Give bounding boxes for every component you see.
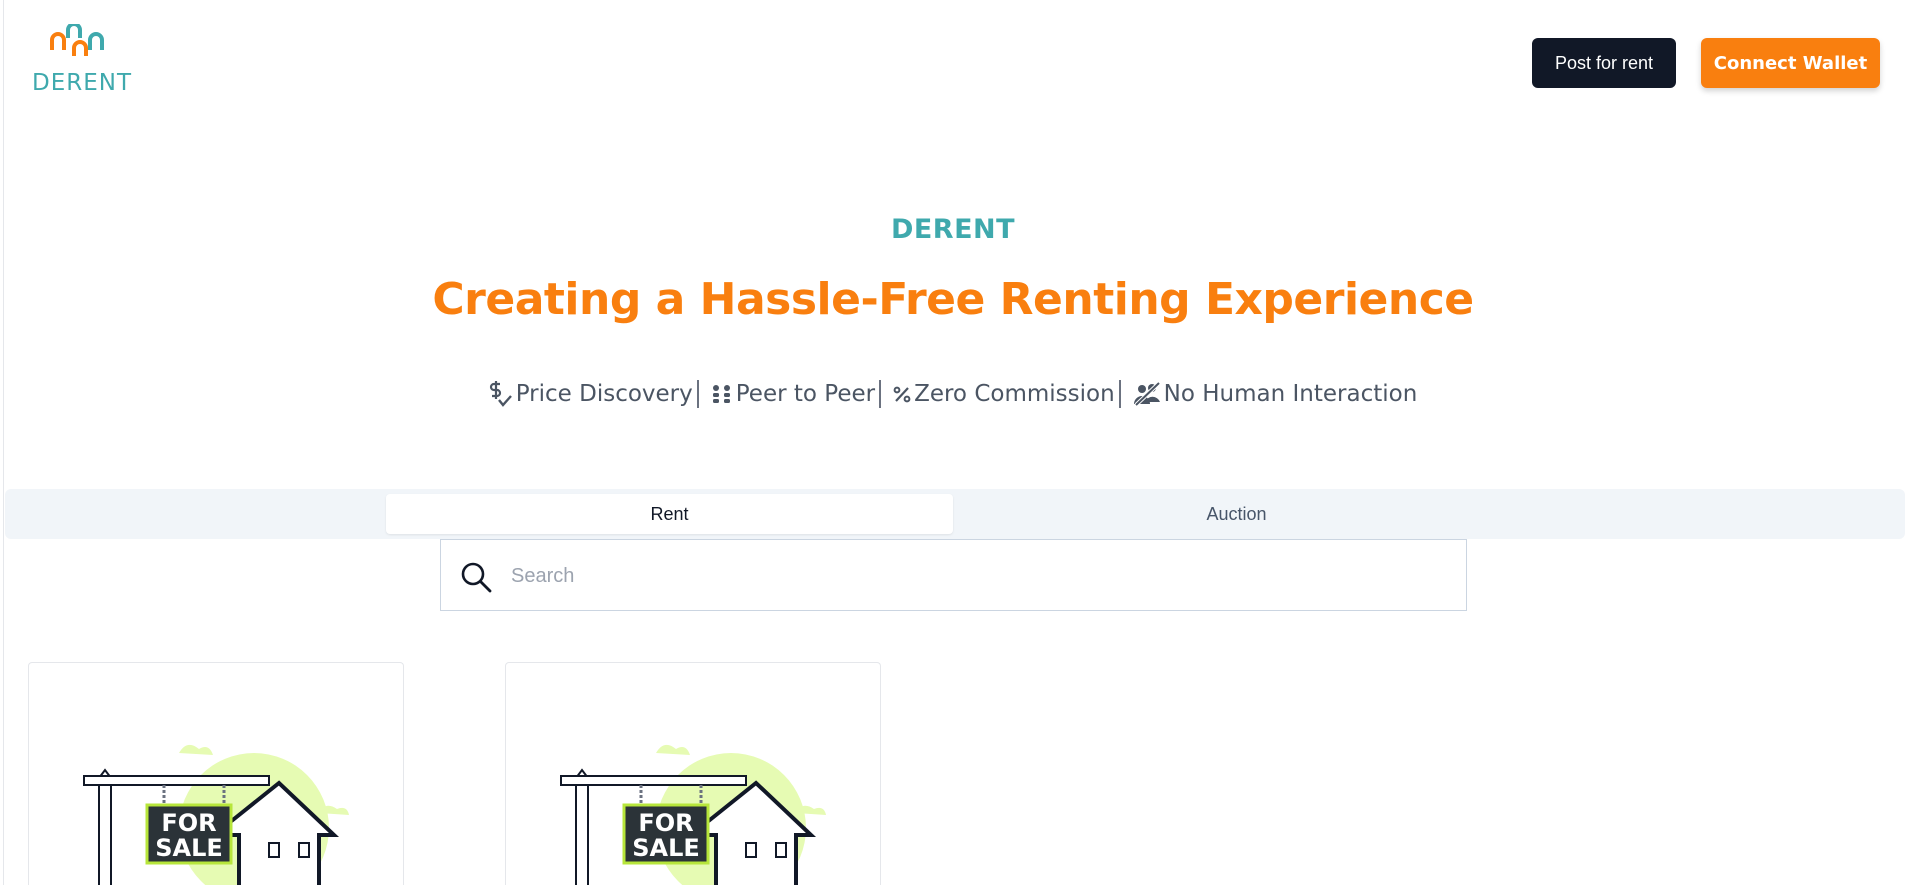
tab-rent[interactable]: Rent: [386, 494, 953, 534]
sign-line-1: FOR: [161, 809, 216, 837]
for-sale-house-illustration: FOR SALE: [83, 744, 349, 885]
feature-label: Price Discovery: [515, 381, 693, 407]
connect-wallet-button[interactable]: Connect Wallet: [1701, 38, 1880, 88]
search-input[interactable]: [511, 554, 1441, 598]
feature-separator: [879, 380, 882, 408]
dollar-check-icon: [489, 381, 512, 407]
logo-houses-icon: [50, 24, 104, 56]
sign-line-2: SALE: [632, 834, 700, 862]
listing-card[interactable]: FOR SALE: [28, 662, 404, 885]
search-box[interactable]: [440, 539, 1467, 611]
hero-eyebrow: DERENT: [890, 214, 1016, 245]
listing-tabs: Rent Auction: [5, 489, 1905, 539]
hero-headline: Creating a Hassle-Free Renting Experienc…: [432, 274, 1474, 325]
sign-line-1: FOR: [638, 809, 693, 837]
search-icon: [461, 562, 492, 593]
feature-label: Zero Commission: [914, 381, 1115, 407]
tab-auction[interactable]: Auction: [953, 494, 1520, 534]
for-sale-house-illustration: FOR SALE: [560, 744, 826, 885]
post-for-rent-button[interactable]: Post for rent: [1532, 38, 1676, 88]
feature-label: No Human Interaction: [1163, 381, 1418, 407]
derent-logo[interactable]: DERENT: [30, 24, 134, 96]
feature-no-human-interaction: No Human Interaction: [1133, 381, 1418, 407]
sign-line-2: SALE: [155, 834, 223, 862]
feature-peer-to-peer: Peer to Peer: [711, 381, 875, 407]
feature-price-discovery: Price Discovery: [489, 381, 693, 407]
feature-separator: [1118, 380, 1121, 408]
feature-label: Peer to Peer: [735, 381, 876, 407]
percent-icon: [893, 386, 911, 403]
listing-card[interactable]: FOR SALE: [505, 662, 881, 885]
peer-icon: [712, 385, 730, 403]
no-people-icon: [1133, 382, 1161, 406]
feature-zero-commission: Zero Commission: [893, 381, 1115, 407]
feature-separator: [696, 380, 699, 408]
logo-text: DERENT: [31, 70, 132, 96]
feature-list: Price Discovery Peer to Peer Zero Commis…: [0, 380, 1906, 408]
